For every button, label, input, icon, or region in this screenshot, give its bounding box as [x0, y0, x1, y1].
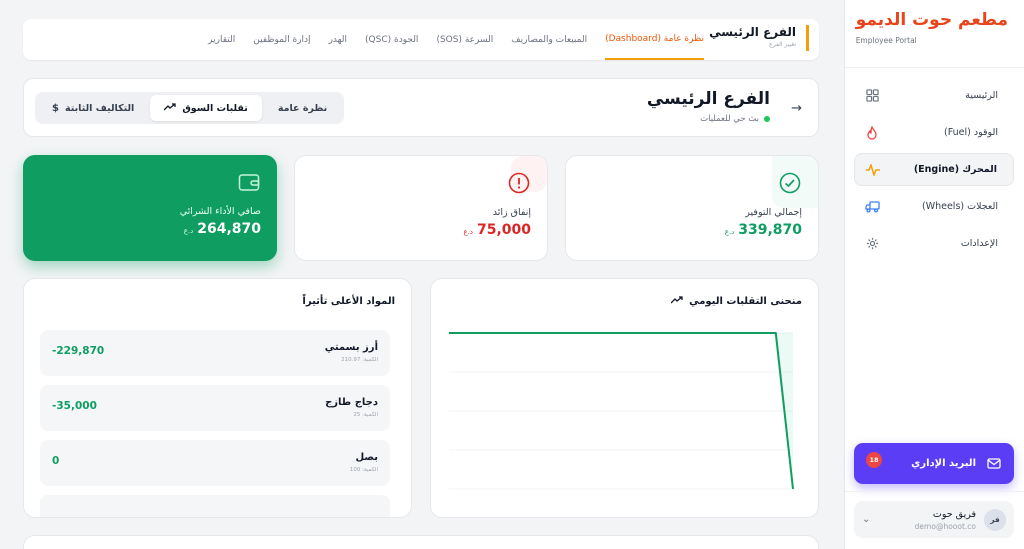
item-value: 0 — [52, 455, 60, 467]
line-chart — [449, 332, 794, 490]
segment-label: نظرة عامة — [277, 102, 328, 114]
tab-speed[interactable]: السرعة (SOS) — [436, 19, 493, 60]
top-tab-bar: الفرع الرئيسي تغيير الفرع نظرة عامة (Das… — [23, 19, 819, 60]
sidebar-item-fuel[interactable]: الوقود (Fuel) — [854, 116, 1014, 149]
list-item: بصل الكمية: 100 0 — [40, 440, 390, 486]
page-header: → الفرع الرئيسي بث حي للعمليات نظرة عامة… — [23, 78, 819, 137]
segment-label: تقلبات السوق — [182, 102, 248, 114]
branch-name: الفرع الرئيسي — [709, 25, 796, 39]
currency: د.ع — [463, 228, 473, 236]
daily-fluctuation-chart-card: منحنى التقلبات اليومي — [430, 278, 819, 518]
user-info: فريق حوت demo@hooot.co — [878, 509, 976, 531]
divider — [845, 67, 1024, 68]
net-performance-stat-card: صافي الأداء الشرائي 264,870 د.ع — [23, 155, 277, 261]
sidebar: مطعم حوت الديمو Employee Portal الرئيسية… — [844, 0, 1024, 549]
stat-label: إنفاق زائد — [492, 207, 531, 218]
back-arrow-icon[interactable]: → — [791, 101, 802, 116]
chart-title-text: منحنى التقلبات اليومي — [689, 296, 802, 307]
sidebar-item-home[interactable]: الرئيسية — [854, 79, 1014, 112]
branch-selector[interactable]: الفرع الرئيسي تغيير الفرع — [709, 25, 809, 51]
trend-icon — [670, 296, 683, 307]
pulse-icon — [865, 162, 881, 178]
user-name: فريق حوت — [932, 508, 976, 520]
chart-title: منحنى التقلبات اليومي — [670, 296, 802, 307]
flame-icon — [864, 125, 880, 141]
top-impact-items-card: المواد الأعلى تأثيراً أرز بسمتي الكمية: … — [23, 278, 412, 518]
tab-dashboard[interactable]: نظرة عامة (Dashboard) — [605, 19, 704, 60]
alert-circle-icon — [507, 171, 531, 195]
currency: د.ع — [724, 228, 735, 236]
brand: مطعم حوت الديمو Employee Portal — [856, 10, 1008, 45]
item-quantity: الكمية: 210.97 — [341, 357, 378, 363]
stat-value: 75,000 — [476, 222, 531, 238]
avatar: فر — [984, 508, 1006, 531]
live-status-text: بث حي للعمليات — [700, 114, 759, 124]
sidebar-item-label: الوقود (Fuel) — [943, 127, 998, 138]
truck-icon — [864, 199, 880, 215]
divider — [845, 491, 1024, 492]
sidebar-item-label: الرئيسية — [965, 90, 998, 101]
admin-mail-button[interactable]: البريد الإداري 18 — [854, 443, 1014, 484]
sidebar-item-label: الإعدادات — [960, 238, 998, 249]
segment-market-fluctuations[interactable]: تقلبات السوق — [150, 95, 262, 121]
brand-title: مطعم حوت الديمو — [855, 10, 1008, 30]
admin-mail-label: البريد الإداري — [911, 458, 976, 469]
list-item: دجاج طازج الكمية: 25 -35,000 — [40, 385, 390, 431]
tabs: نظرة عامة (Dashboard) المبيعات والمصاريف… — [208, 19, 704, 60]
chevron-down-icon: ⌄ — [862, 514, 871, 525]
view-segmented-control: نظرة عامة تقلبات السوق التكاليف الثابتة … — [35, 92, 345, 124]
sidebar-item-label: العجلات (Wheels) — [921, 201, 998, 212]
live-status: بث حي للعمليات — [700, 114, 770, 124]
live-dot-icon — [764, 116, 770, 122]
sidebar-item-wheels[interactable]: العجلات (Wheels) — [854, 190, 1014, 223]
stat-value: 339,870 — [738, 222, 802, 238]
sidebar-item-settings[interactable]: الإعدادات — [854, 227, 1014, 260]
sidebar-nav: الرئيسية الوقود (Fuel) المحرك (Engine) ا… — [854, 79, 1014, 264]
item-quantity: الكمية: 100 — [349, 467, 378, 473]
item-name: دجاج طازج — [325, 397, 378, 408]
trend-icon — [163, 102, 176, 114]
stat-label: إجمالي التوفير — [745, 207, 802, 218]
tab-reports[interactable]: التقارير — [208, 19, 235, 60]
user-menu[interactable]: فر فريق حوت demo@hooot.co ⌄ — [854, 501, 1014, 538]
stat-label: صافي الأداء الشرائي — [179, 206, 261, 217]
sidebar-item-engine[interactable]: المحرك (Engine) — [854, 153, 1014, 186]
item-value: -35,000 — [52, 400, 97, 412]
grid-icon — [864, 88, 880, 104]
item-name: بصل — [355, 452, 378, 463]
segment-label: التكاليف الثابتة — [64, 102, 135, 114]
tab-staff[interactable]: إدارة الموظفين — [253, 19, 310, 60]
savings-stat-card: إجمالي التوفير 339,870 د.ع — [565, 155, 819, 261]
segment-overview[interactable]: نظرة عامة — [264, 95, 341, 121]
list-item: أرز بسمتي الكمية: 210.97 -229,870 — [40, 330, 390, 376]
gear-icon — [864, 236, 880, 252]
segment-fixed-costs[interactable]: التكاليف الثابتة $ — [38, 95, 148, 121]
wallet-icon — [237, 170, 261, 194]
mail-count-badge: 18 — [866, 452, 882, 468]
check-circle-icon — [778, 171, 802, 195]
bottom-card — [23, 535, 819, 549]
user-email: demo@hooot.co — [914, 521, 976, 531]
tab-quality[interactable]: الجودة (QSC) — [365, 19, 418, 60]
sidebar-item-label: المحرك (Engine) — [913, 164, 997, 175]
stat-value-row: 339,870 د.ع — [725, 222, 802, 238]
item-quantity: الكمية: 25 — [353, 412, 378, 418]
stat-value-row: 264,870 د.ع — [184, 221, 261, 237]
item-value: -229,870 — [52, 345, 105, 357]
tab-sales-expenses[interactable]: المبيعات والمصاريف — [511, 19, 587, 60]
currency: د.ع — [183, 227, 194, 235]
overspend-stat-card: إنفاق زائد 75,000 د.ع — [294, 155, 548, 261]
stat-value-row: 75,000 د.ع — [463, 222, 531, 238]
mail-icon — [986, 456, 1002, 472]
page-title: الفرع الرئيسي — [646, 89, 770, 109]
stat-value: 264,870 — [197, 221, 261, 237]
brand-subtitle: Employee Portal — [855, 36, 917, 45]
list-item — [40, 495, 390, 517]
change-branch-link[interactable]: تغيير الفرع — [709, 41, 796, 48]
dollar-icon: $ — [52, 102, 59, 114]
tab-waste[interactable]: الهدر — [329, 19, 347, 60]
item-name: أرز بسمتي — [324, 342, 378, 353]
items-title: المواد الأعلى تأثيراً — [302, 296, 395, 307]
